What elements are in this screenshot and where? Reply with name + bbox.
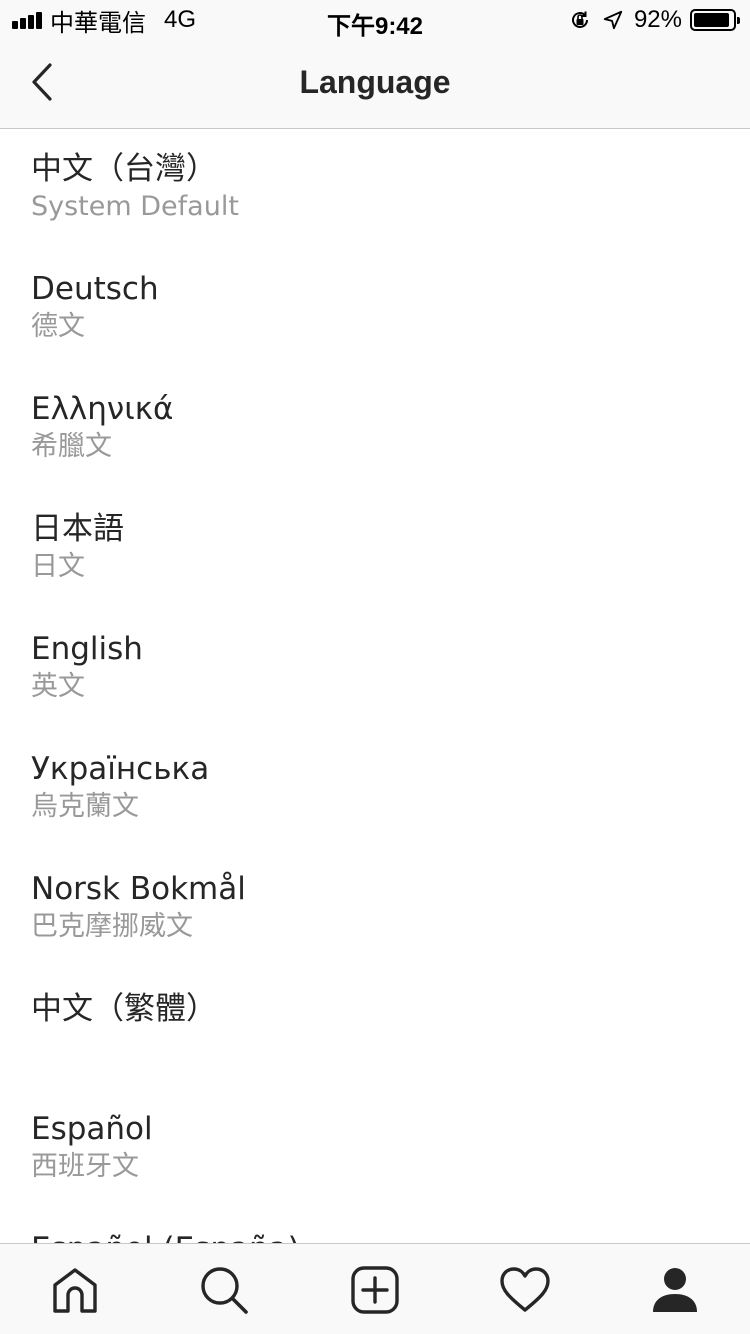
- language-item-ja[interactable]: 日本語 日文: [0, 490, 750, 610]
- language-settings-screen: 中華電信 4G 下午9:42 92% Language 中文（台灣） Syste…: [0, 0, 750, 1334]
- page-title: Language: [299, 64, 451, 100]
- language-subtitle: 希臘文: [31, 431, 112, 462]
- home-icon: [53, 1268, 97, 1313]
- language-subtitle: 西班牙文: [31, 1151, 139, 1182]
- language-item-uk[interactable]: Українська 烏克蘭文: [0, 730, 750, 850]
- tab-home[interactable]: [47, 1262, 103, 1318]
- language-name: Norsk Bokmål: [31, 871, 246, 907]
- search-icon: [201, 1267, 248, 1314]
- battery-cap: [737, 17, 740, 24]
- language-subtitle: System Default: [31, 191, 239, 222]
- language-item-en[interactable]: English 英文: [0, 610, 750, 730]
- language-list: 中文（台灣） System Default Deutsch 德文 Ελληνικ…: [0, 130, 750, 1243]
- tab-search[interactable]: [196, 1262, 252, 1318]
- tab-new-post[interactable]: [347, 1262, 403, 1318]
- language-name: Ελληνικά: [31, 391, 174, 427]
- battery-icon: [690, 9, 740, 31]
- status-right: 92%: [568, 6, 740, 34]
- heart-icon: [500, 1267, 550, 1312]
- tab-profile[interactable]: [647, 1262, 703, 1318]
- language-item-nb[interactable]: Norsk Bokmål 巴克摩挪威文: [0, 850, 750, 970]
- language-name: 中文（台灣）: [31, 151, 217, 187]
- battery-fill: [694, 13, 729, 27]
- language-item-de[interactable]: Deutsch 德文: [0, 250, 750, 370]
- language-name: Deutsch: [31, 271, 159, 307]
- language-subtitle: 巴克摩挪威文: [31, 911, 193, 942]
- tab-activity[interactable]: [497, 1262, 553, 1318]
- tab-bar: [0, 1243, 750, 1334]
- language-name: Español: [31, 1111, 153, 1147]
- language-name: 中文（繁體）: [31, 991, 217, 1027]
- location-arrow-icon: [603, 10, 623, 30]
- language-name: Español (España): [31, 1229, 750, 1243]
- language-name: Українська: [31, 751, 210, 787]
- add-post-icon: [351, 1266, 399, 1314]
- battery-percent: 92%: [633, 6, 682, 33]
- language-subtitle: 德文: [31, 311, 85, 342]
- language-item-es-es[interactable]: Español (España): [0, 1210, 750, 1243]
- language-item-zh-tw[interactable]: 中文（台灣） System Default: [0, 130, 750, 250]
- profile-icon: [653, 1268, 697, 1312]
- nav-bar: Language: [0, 40, 750, 129]
- orientation-lock-icon: [571, 11, 588, 28]
- status-bar: 中華電信 4G 下午9:42 92%: [0, 0, 750, 40]
- language-subtitle: 日文: [31, 551, 85, 582]
- language-item-zh-hant[interactable]: 中文（繁體）: [0, 970, 750, 1090]
- language-item-el[interactable]: Ελληνικά 希臘文: [0, 370, 750, 490]
- language-subtitle: 英文: [31, 671, 85, 702]
- language-subtitle: 烏克蘭文: [31, 791, 139, 822]
- language-item-es[interactable]: Español 西班牙文: [0, 1090, 750, 1210]
- language-name: English: [31, 631, 143, 667]
- language-name: 日本語: [31, 511, 124, 547]
